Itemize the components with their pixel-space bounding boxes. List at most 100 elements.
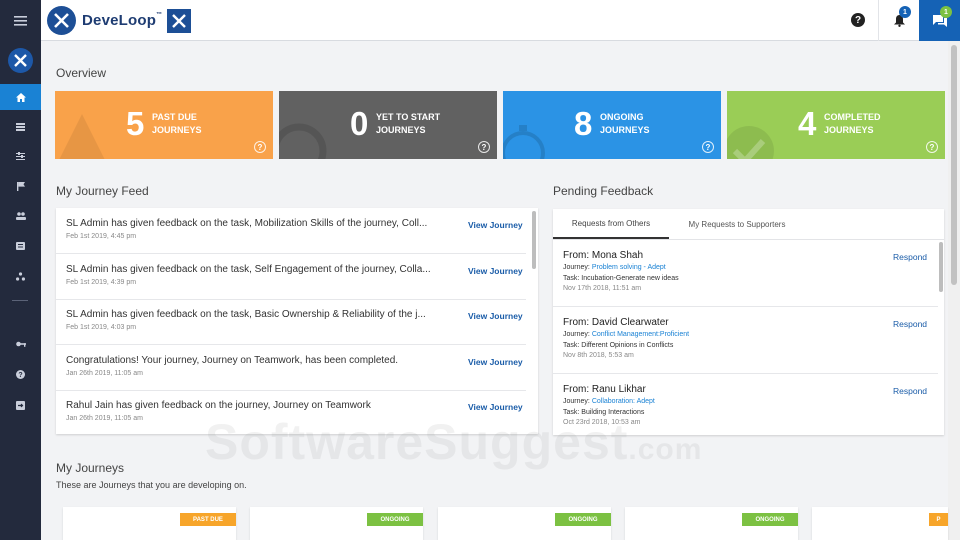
respond-button[interactable]: Respond xyxy=(893,319,927,329)
view-journey-link[interactable]: View Journey xyxy=(468,311,523,321)
pending-feedback-panel: Requests from Others My Requests to Supp… xyxy=(553,209,944,435)
page-scrollbar-thumb[interactable] xyxy=(951,45,957,285)
view-journey-link[interactable]: View Journey xyxy=(468,220,523,230)
request-date: Nov 17th 2018, 11:51 am xyxy=(563,285,642,292)
respond-button[interactable]: Respond xyxy=(893,386,927,396)
feed-item: SL Admin has given feedback on the task,… xyxy=(56,254,526,300)
journey-card[interactable]: ONGOING xyxy=(625,507,798,540)
journey-card[interactable]: ONGOING xyxy=(438,507,611,540)
feed-item-text: SL Admin has given feedback on the task,… xyxy=(66,218,428,229)
feed-item-date: Feb 1st 2019, 4:03 pm xyxy=(66,324,137,331)
exit-icon xyxy=(16,400,25,410)
past-due-count: 5 xyxy=(126,105,145,142)
help-icon: ? xyxy=(16,369,25,379)
network-icon xyxy=(16,271,25,281)
request-from: From: Mona Shah xyxy=(563,250,644,261)
message-icon xyxy=(16,242,25,250)
completed-help-icon[interactable]: ? xyxy=(926,141,938,153)
request-journey-link[interactable]: Conflict Management:Proficient xyxy=(592,331,689,338)
request-journey-link[interactable]: Collaboration: Adept xyxy=(592,398,655,405)
svg-text:?: ? xyxy=(18,372,22,379)
sliders-icon xyxy=(16,152,25,160)
status-badge: PAST DUE xyxy=(180,513,236,526)
brand-logo[interactable]: DeveLoop™ xyxy=(47,6,192,35)
app-logo-icon[interactable] xyxy=(8,48,33,73)
yet-to-start-count: 0 xyxy=(350,105,369,142)
request-task: Task: Incubation-Generate new ideas xyxy=(563,275,679,282)
request-from: From: David Clearwater xyxy=(563,317,669,328)
sidebar-item-journeys[interactable] xyxy=(0,117,41,137)
journey-card[interactable]: PAST DUE xyxy=(63,507,236,540)
completed-card[interactable]: 4 COMPLETED JOURNEYS ? xyxy=(727,91,945,159)
ongoing-label: ONGOING JOURNEYS xyxy=(600,112,650,135)
yet-to-start-help-icon[interactable]: ? xyxy=(478,141,490,153)
sidebar-divider xyxy=(12,300,28,301)
stopwatch-icon xyxy=(503,125,545,159)
menu-icon[interactable] xyxy=(0,0,41,41)
request-journey: Journey: Collaboration: Adept xyxy=(563,398,655,405)
request-journey-link[interactable]: Problem solving - Adept xyxy=(592,264,666,271)
key-icon xyxy=(15,341,26,347)
status-badge: ONGOING xyxy=(555,513,611,526)
respond-button[interactable]: Respond xyxy=(893,252,927,262)
checkmark-icon xyxy=(727,126,774,159)
feedback-request: From: David Clearwater Journey: Conflict… xyxy=(553,307,938,374)
tab-requests-from-others[interactable]: Requests from Others xyxy=(553,209,669,239)
journey-feed-title: My Journey Feed xyxy=(56,184,149,198)
past-due-card[interactable]: 5 PAST DUE JOURNEYS ? xyxy=(55,91,273,159)
sidebar-item-feedback[interactable] xyxy=(0,236,41,256)
sidebar-item-keys[interactable] xyxy=(0,334,41,354)
status-badge: ONGOING xyxy=(367,513,423,526)
messages-button[interactable]: 1 xyxy=(919,0,960,41)
status-badge: ONGOING xyxy=(742,513,798,526)
tab-my-requests[interactable]: My Requests to Supporters xyxy=(669,209,805,239)
journey-card[interactable]: P xyxy=(812,507,948,540)
pending-feedback-title: Pending Feedback xyxy=(553,184,654,198)
sidebar: ? xyxy=(0,0,41,540)
feed-item-text: Rahul Jain has given feedback on the jou… xyxy=(66,400,371,411)
feed-scrollbar-thumb[interactable] xyxy=(532,211,536,269)
help-button[interactable]: ? xyxy=(851,13,865,27)
status-badge: P xyxy=(929,513,948,526)
feed-item-text: SL Admin has given feedback on the task,… xyxy=(66,264,431,275)
sidebar-item-filters[interactable] xyxy=(0,146,41,166)
request-from: From: Ranu Likhar xyxy=(563,384,646,395)
request-journey: Journey: Conflict Management:Proficient xyxy=(563,331,690,338)
pending-scrollbar-thumb[interactable] xyxy=(939,242,943,292)
feed-item-text: Congratulations! Your journey, Journey o… xyxy=(66,355,399,366)
top-bar: DeveLoop™ ? 1 1 xyxy=(41,0,960,41)
past-due-label: PAST DUE JOURNEYS xyxy=(152,112,202,135)
brand-circle-icon xyxy=(47,6,76,35)
sidebar-item-logout[interactable] xyxy=(0,395,41,415)
my-journeys-subtitle: These are Journeys that you are developi… xyxy=(56,480,247,490)
feedback-request: From: Mona Shah Journey: Problem solving… xyxy=(553,240,938,307)
completed-label: COMPLETED JOURNEYS xyxy=(824,112,881,135)
feed-item: SL Admin has given feedback on the task,… xyxy=(56,299,526,345)
past-due-help-icon[interactable]: ? xyxy=(254,141,266,153)
journey-feed-panel: SL Admin has given feedback on the task,… xyxy=(56,208,538,434)
sidebar-item-flags[interactable] xyxy=(0,176,41,196)
feed-item: SL Admin has given feedback on the task,… xyxy=(56,208,526,254)
clock-icon xyxy=(279,123,327,159)
view-journey-link[interactable]: View Journey xyxy=(468,266,523,276)
yet-to-start-card[interactable]: 0 YET TO START JOURNEYS ? xyxy=(279,91,497,159)
request-date: Nov 8th 2018, 5:53 am xyxy=(563,352,634,359)
people-icon xyxy=(15,212,26,220)
notifications-button[interactable]: 1 xyxy=(878,0,919,41)
home-icon xyxy=(15,92,26,102)
feed-item-date: Jan 26th 2019, 11:05 am xyxy=(66,415,143,422)
sidebar-item-people[interactable] xyxy=(0,206,41,226)
ongoing-card[interactable]: 8 ONGOING JOURNEYS ? xyxy=(503,91,721,159)
sidebar-item-home[interactable] xyxy=(0,84,41,110)
notification-count-badge: 1 xyxy=(899,6,911,18)
sidebar-item-network[interactable] xyxy=(0,266,41,286)
feed-item-text: SL Admin has given feedback on the task,… xyxy=(66,309,426,320)
request-task: Task: Different Opinions in Conflicts xyxy=(563,342,674,349)
view-journey-link[interactable]: View Journey xyxy=(468,402,523,412)
view-journey-link[interactable]: View Journey xyxy=(468,357,523,367)
flag-icon xyxy=(16,181,25,191)
sidebar-item-help[interactable]: ? xyxy=(0,364,41,384)
journey-card[interactable]: ONGOING xyxy=(250,507,423,540)
ongoing-help-icon[interactable]: ? xyxy=(702,141,714,153)
brand-name: DeveLoop™ xyxy=(82,12,163,29)
